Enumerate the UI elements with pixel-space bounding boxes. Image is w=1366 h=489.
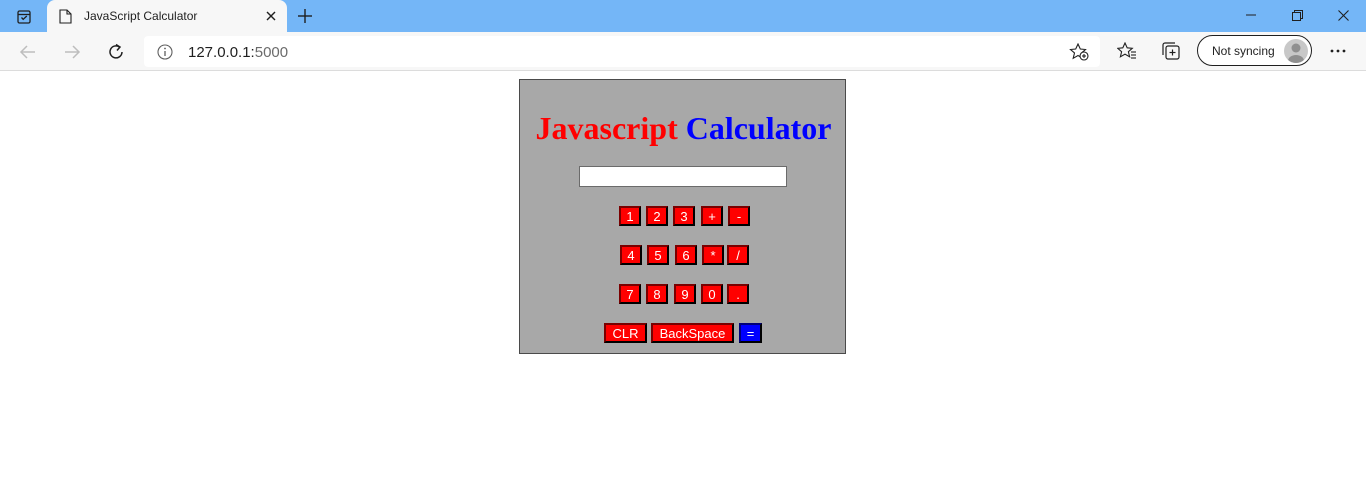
- key-multiply[interactable]: *: [702, 245, 724, 265]
- tab-actions-icon: [17, 10, 31, 24]
- key-divide[interactable]: /: [727, 245, 749, 265]
- close-window-button[interactable]: [1320, 0, 1366, 30]
- tab-title: JavaScript Calculator: [84, 9, 198, 23]
- url-text[interactable]: 127.0.0.1:5000: [188, 44, 288, 61]
- url-port: 5000: [254, 44, 289, 61]
- info-icon[interactable]: [157, 44, 173, 60]
- key-2[interactable]: 2: [646, 206, 668, 226]
- clear-button[interactable]: CLR: [604, 323, 647, 343]
- page-title: Javascript Calculator: [520, 110, 847, 146]
- browser-tab[interactable]: JavaScript Calculator: [47, 0, 287, 32]
- back-button[interactable]: [16, 40, 40, 64]
- minimize-button[interactable]: [1228, 0, 1274, 30]
- settings-more-button[interactable]: [1327, 40, 1349, 62]
- key-plus[interactable]: +: [701, 206, 723, 226]
- restore-button[interactable]: [1274, 0, 1320, 30]
- tab-actions-button[interactable]: [10, 6, 38, 28]
- plus-icon: [298, 9, 312, 23]
- key-4[interactable]: 4: [620, 245, 642, 265]
- close-tab-button[interactable]: [263, 8, 279, 24]
- page-icon: [59, 9, 72, 24]
- forward-button[interactable]: [60, 40, 84, 64]
- key-3[interactable]: 3: [673, 206, 695, 226]
- calculator-display[interactable]: [579, 166, 787, 187]
- key-minus[interactable]: -: [728, 206, 750, 226]
- backspace-button[interactable]: BackSpace: [651, 323, 734, 343]
- profile-sync-button[interactable]: Not syncing: [1197, 35, 1312, 66]
- new-tab-button[interactable]: [294, 5, 316, 27]
- url-host: 127.0.0.1:: [188, 44, 255, 61]
- key-0[interactable]: 0: [701, 284, 723, 304]
- key-9[interactable]: 9: [674, 284, 696, 304]
- key-5[interactable]: 5: [647, 245, 669, 265]
- person-icon: [1288, 43, 1304, 63]
- refresh-icon: [109, 43, 123, 59]
- avatar: [1284, 39, 1308, 63]
- title-part-2: Calculator: [685, 110, 832, 146]
- tab-strip: JavaScript Calculator: [0, 0, 1366, 32]
- key-8[interactable]: 8: [646, 284, 668, 304]
- close-icon: [266, 11, 276, 21]
- arrow-left-icon: [19, 45, 35, 59]
- key-1[interactable]: 1: [619, 206, 641, 226]
- minimize-icon: [1246, 14, 1256, 16]
- refresh-button[interactable]: [104, 40, 128, 64]
- calculator-panel: Javascript Calculator 1 2 3 + - 4 5 6 * …: [519, 79, 846, 354]
- add-favorite-icon[interactable]: [1069, 43, 1089, 61]
- arrow-right-icon: [65, 45, 81, 59]
- key-decimal[interactable]: .: [727, 284, 749, 304]
- more-icon: [1330, 49, 1346, 53]
- sync-status-label: Not syncing: [1212, 44, 1275, 58]
- close-icon: [1337, 9, 1349, 21]
- key-7[interactable]: 7: [619, 284, 641, 304]
- browser-toolbar: 127.0.0.1:5000 Not syncing: [0, 32, 1366, 71]
- equals-button[interactable]: =: [739, 323, 762, 343]
- key-6[interactable]: 6: [675, 245, 697, 265]
- collections-icon: [1162, 42, 1180, 60]
- title-part-1: Javascript: [535, 110, 678, 146]
- restore-icon: [1291, 9, 1303, 21]
- favorites-button[interactable]: [1116, 40, 1138, 62]
- collections-button[interactable]: [1160, 40, 1182, 62]
- address-bar[interactable]: 127.0.0.1:5000: [144, 36, 1100, 67]
- favorites-icon: [1117, 42, 1136, 59]
